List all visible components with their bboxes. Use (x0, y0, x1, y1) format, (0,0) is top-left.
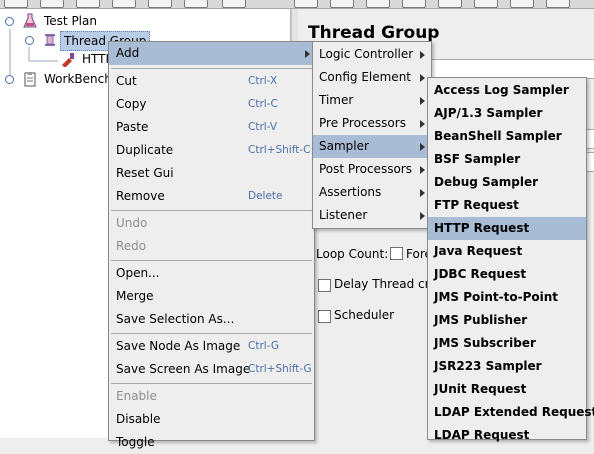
add-submenu: Logic Controller Config Element Timer Pr… (312, 41, 432, 229)
toolbar-button[interactable] (438, 0, 462, 8)
sampler-item[interactable]: LDAP Extended Request (428, 401, 594, 424)
toolbar-button[interactable] (4, 0, 28, 8)
toolbar-button[interactable] (184, 0, 208, 8)
toolbar-button[interactable] (222, 0, 246, 8)
loop-count-label: Loop Count: (316, 247, 389, 261)
sampler-item[interactable]: Access Log Sampler (428, 79, 586, 102)
menu-item-duplicate[interactable]: Duplicate Ctrl+Shift-C (109, 139, 314, 162)
toolbar (0, 0, 594, 9)
toolbar-button[interactable] (40, 0, 64, 8)
menu-item-remove[interactable]: Remove Delete (109, 185, 314, 208)
menu-item-undo: Undo (116, 216, 148, 230)
tree-toggle-icon[interactable] (5, 75, 14, 84)
menu-item-cut[interactable]: Cut Ctrl-X (109, 70, 314, 93)
toolbar-button[interactable] (510, 0, 534, 8)
toolbar-button[interactable] (76, 0, 100, 8)
submenu-item-logic-controller[interactable]: Logic Controller (313, 43, 431, 66)
submenu-arrow-icon (420, 97, 425, 105)
menu-item-open[interactable]: Open... (109, 262, 314, 285)
sampler-item[interactable]: BSF Sampler (428, 148, 586, 171)
sampler-item[interactable]: JSR223 Sampler (428, 355, 586, 378)
submenu-arrow-icon (420, 143, 425, 151)
menu-item-toggle[interactable]: Toggle (109, 431, 314, 454)
submenu-item-timer[interactable]: Timer (313, 89, 431, 112)
submenu-arrow-icon (420, 189, 425, 197)
toolbar-button[interactable] (294, 0, 318, 8)
submenu-arrow-icon (420, 212, 425, 220)
scheduler-label: Scheduler (334, 308, 395, 322)
clipboard-icon (24, 72, 36, 87)
submenu-arrow-icon (305, 50, 310, 58)
sampler-item[interactable]: FTP Request (428, 194, 586, 217)
toolbar-button[interactable] (546, 0, 570, 8)
menu-separator (111, 68, 312, 69)
submenu-arrow-icon (420, 166, 425, 174)
spool-icon (45, 34, 55, 46)
sampler-submenu: Access Log Sampler AJP/1.3 Sampler BeanS… (427, 77, 594, 442)
submenu-item-config-element[interactable]: Config Element (313, 66, 431, 89)
menu-separator (111, 260, 312, 261)
toolbar-button[interactable] (112, 0, 136, 8)
sampler-item[interactable]: JUnit Request (428, 378, 586, 401)
context-menu: Add Cut Ctrl-X Copy Ctrl-C Paste Ctrl-V … (108, 41, 315, 449)
submenu-item-assertions[interactable]: Assertions (313, 181, 431, 204)
sampler-item[interactable]: Java Request (428, 240, 586, 263)
menu-item-add[interactable]: Add (109, 42, 314, 65)
toolbar-button[interactable] (366, 0, 390, 8)
submenu-arrow-icon (420, 120, 425, 128)
tree-label-workbench: WorkBench (44, 72, 112, 86)
menu-item-paste[interactable]: Paste Ctrl-V (109, 116, 314, 139)
sampler-item[interactable]: JDBC Request (428, 263, 586, 286)
submenu-item-pre-processors[interactable]: Pre Processors (313, 112, 431, 135)
menu-item-enable: Enable (116, 389, 157, 403)
tree-toggle-icon[interactable] (5, 17, 14, 26)
menu-separator (111, 333, 312, 334)
sampler-item[interactable]: JMS Point-to-Point (428, 286, 586, 309)
delay-thread-label: Delay Thread cre (334, 277, 437, 291)
sampler-item[interactable]: JMS Publisher (428, 309, 586, 332)
menu-item-reset-gui[interactable]: Reset Gui (109, 162, 314, 185)
menu-separator (111, 383, 312, 384)
toolbar-button[interactable] (330, 0, 354, 8)
submenu-item-listener[interactable]: Listener (313, 204, 431, 227)
menu-item-redo: Redo (116, 239, 147, 253)
menu-item-save-selection[interactable]: Save Selection As... (109, 308, 314, 331)
forever-checkbox[interactable] (390, 247, 403, 260)
sampler-item[interactable]: BeanShell Sampler (428, 125, 586, 148)
sampler-item[interactable]: LDAP Request (428, 424, 586, 447)
sampler-item[interactable]: Debug Sampler (428, 171, 586, 194)
submenu-arrow-icon (420, 51, 425, 59)
menu-item-disable[interactable]: Disable (109, 408, 314, 431)
delay-thread-checkbox[interactable] (318, 279, 331, 292)
submenu-item-sampler[interactable]: Sampler (313, 135, 431, 158)
submenu-arrow-icon (420, 74, 425, 82)
scheduler-checkbox[interactable] (318, 310, 331, 323)
menu-separator (111, 210, 312, 211)
sampler-item[interactable]: AJP/1.3 Sampler (428, 102, 586, 125)
menu-item-copy[interactable]: Copy Ctrl-C (109, 93, 314, 116)
tree-label-test-plan: Test Plan (44, 14, 97, 28)
tree-toggle-icon[interactable] (25, 36, 34, 45)
toolbar-button[interactable] (402, 0, 426, 8)
toolbar-button[interactable] (474, 0, 498, 8)
pipette-icon (62, 53, 74, 67)
panel-title: Thread Group (308, 23, 440, 43)
toolbar-button[interactable] (148, 0, 172, 8)
flask-icon (23, 13, 37, 28)
menu-item-save-screen-image[interactable]: Save Screen As Image Ctrl+Shift-G (109, 358, 314, 381)
menu-item-merge[interactable]: Merge (109, 285, 314, 308)
sampler-item[interactable]: JMS Subscriber (428, 332, 586, 355)
menu-item-save-node-image[interactable]: Save Node As Image Ctrl-G (109, 335, 314, 358)
sampler-item-http-request[interactable]: HTTP Request (428, 217, 586, 240)
submenu-item-post-processors[interactable]: Post Processors (313, 158, 431, 181)
